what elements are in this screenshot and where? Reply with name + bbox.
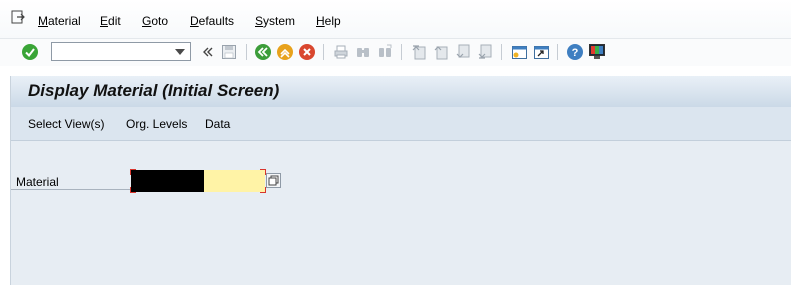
menu-material-mnemonic: M — [38, 14, 48, 28]
menu-edit-mnemonic: E — [100, 14, 109, 28]
find-icon[interactable] — [353, 42, 373, 62]
value-help-icon — [268, 175, 279, 186]
standard-toolbar: ? — [0, 38, 791, 66]
command-input[interactable] — [54, 44, 176, 61]
last-page-icon[interactable] — [475, 42, 495, 62]
command-dropdown-icon[interactable] — [175, 49, 185, 55]
data-button[interactable]: Data — [205, 117, 230, 131]
application-toolbar: Select View(s) Org. Levels Data — [11, 107, 791, 141]
value-help-button[interactable] — [266, 173, 281, 188]
menu-system[interactable]: System — [255, 14, 295, 28]
menu-material[interactable]: Material — [38, 14, 81, 28]
shortcut-icon[interactable] — [531, 42, 551, 62]
menu-goto[interactable]: Goto — [142, 14, 168, 28]
content-area — [11, 141, 791, 285]
toolbar-separator — [501, 44, 502, 60]
toolbar-separator — [323, 44, 324, 60]
menu-help-mnemonic: H — [316, 14, 325, 28]
menu-help-label: elp — [324, 14, 341, 28]
first-page-icon[interactable] — [409, 42, 429, 62]
org-levels-button[interactable]: Org. Levels — [126, 117, 187, 131]
create-session-icon[interactable] — [509, 42, 529, 62]
menu-edit[interactable]: Edit — [100, 14, 121, 28]
title-bar: Display Material (Initial Screen) — [11, 76, 791, 108]
menu-material-label: aterial — [48, 14, 81, 28]
menu-defaults[interactable]: Defaults — [190, 14, 234, 28]
material-field[interactable] — [130, 169, 266, 193]
select-views-button[interactable]: Select View(s) — [28, 117, 104, 131]
page-title: Display Material (Initial Screen) — [28, 81, 280, 100]
find-next-icon[interactable] — [375, 42, 395, 62]
required-marker — [130, 169, 136, 175]
redaction-block — [131, 170, 204, 192]
menu-bar: Material Edit Goto Defaults System Help — [0, 0, 791, 38]
collapse-icon[interactable] — [198, 42, 218, 62]
toolbar-separator — [401, 44, 402, 60]
next-page-icon[interactable] — [453, 42, 473, 62]
customize-layout-icon[interactable] — [587, 42, 607, 62]
menu-defaults-mnemonic: D — [190, 14, 199, 28]
command-field[interactable] — [51, 42, 191, 61]
menu-system-label: ystem — [263, 14, 296, 28]
exit-menu-icon[interactable] — [11, 10, 25, 24]
menu-defaults-label: efaults — [198, 14, 235, 28]
exit-icon[interactable] — [275, 42, 295, 62]
save-icon[interactable] — [219, 42, 239, 62]
print-icon[interactable] — [331, 42, 351, 62]
cancel-icon[interactable] — [297, 42, 317, 62]
toolbar-separator — [557, 44, 558, 60]
menu-edit-label: dit — [108, 14, 121, 28]
menu-help[interactable]: Help — [316, 14, 341, 28]
svg-text:?: ? — [572, 47, 579, 59]
material-label: Material — [16, 175, 59, 189]
toolbar-separator — [246, 44, 247, 60]
back-icon[interactable] — [253, 42, 273, 62]
required-marker — [130, 187, 136, 193]
menu-system-mnemonic: S — [255, 14, 264, 28]
help-icon[interactable]: ? — [565, 42, 585, 62]
previous-page-icon[interactable] — [431, 42, 451, 62]
menu-goto-mnemonic: G — [142, 14, 152, 28]
enter-icon[interactable] — [20, 42, 40, 62]
label-underline — [11, 189, 131, 190]
menu-goto-label: oto — [151, 14, 169, 28]
